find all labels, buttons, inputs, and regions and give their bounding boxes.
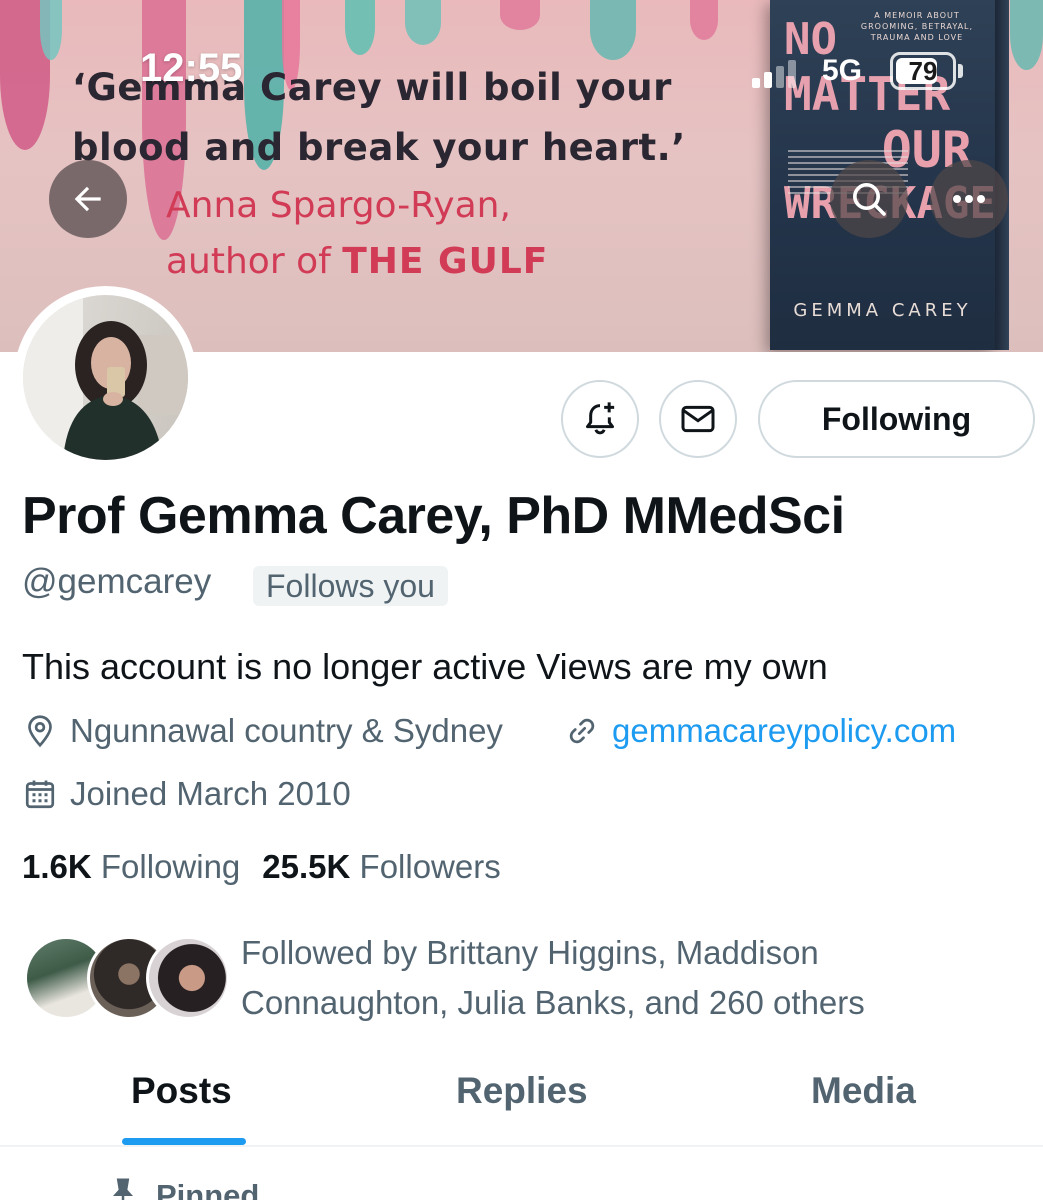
join-date-text: Joined March 2010	[70, 775, 351, 812]
website: gemmacareypolicy.com	[564, 712, 956, 750]
arrow-left-icon	[74, 186, 101, 212]
banner-drip	[40, 0, 62, 60]
calendar-icon	[22, 776, 58, 812]
location-text: Ngunnawal country & Sydney	[70, 712, 503, 749]
message-button[interactable]	[659, 380, 737, 458]
banner-drip	[405, 0, 441, 45]
back-button[interactable]	[49, 160, 127, 238]
more-options-button[interactable]	[930, 160, 1008, 238]
more-horizontal-icon	[953, 195, 985, 203]
banner-drip	[690, 0, 718, 40]
pinned-label: Pinned	[156, 1178, 260, 1200]
book-author: GEMMA CAREY	[793, 300, 972, 321]
tab-media[interactable]: Media	[811, 1070, 916, 1112]
signal-icon	[752, 60, 802, 88]
follows-you-badge: Follows you	[253, 566, 448, 606]
follower-avatar[interactable]	[146, 936, 230, 1020]
banner-drip	[500, 0, 540, 30]
banner-drip	[345, 0, 375, 55]
pin-icon	[113, 1178, 133, 1200]
battery-icon: 79	[890, 52, 956, 90]
quote-author-prefix: author of	[166, 241, 343, 282]
banner-drip	[1010, 0, 1043, 70]
join-date: Joined March 2010	[22, 775, 351, 813]
location: Ngunnawal country & Sydney	[22, 712, 503, 750]
following-label: Following	[100, 848, 241, 885]
quote-author-book: THE GULF	[342, 241, 549, 282]
handle: @gemcarey	[22, 562, 212, 601]
follow-counts: 1.6K Following 25.5K Followers	[22, 848, 501, 886]
pinned-indicator: Pinned	[108, 1176, 259, 1200]
bell-plus-icon	[586, 402, 615, 435]
battery-nub	[958, 64, 963, 78]
banner-drip	[590, 0, 636, 60]
search-button[interactable]	[830, 160, 908, 238]
envelope-icon	[681, 405, 715, 433]
website-link[interactable]: gemmacareypolicy.com	[612, 712, 956, 750]
location-pin-icon	[22, 713, 58, 749]
tab-posts[interactable]: Posts	[131, 1070, 232, 1112]
quote-author-credit: author of THE GULF	[166, 234, 548, 290]
notifications-button[interactable]	[561, 380, 639, 458]
bio: This account is no longer active Views a…	[22, 646, 828, 687]
quote-author-name: Anna Spargo-Ryan,	[166, 185, 511, 226]
banner-quote-author: Anna Spargo-Ryan, author of THE GULF	[166, 178, 548, 290]
battery-percent: 79	[908, 56, 938, 86]
active-tab-indicator	[122, 1138, 246, 1145]
followers-count-link[interactable]: 25.5K Followers	[262, 848, 500, 885]
avatar-photo	[23, 295, 188, 460]
following-button[interactable]: Following	[758, 380, 1035, 458]
followers-count: 25.5K	[262, 848, 351, 885]
following-count: 1.6K	[22, 848, 92, 885]
followed-by-text[interactable]: Followed by Brittany Higgins, Maddison C…	[241, 928, 961, 1028]
network-type: 5G	[822, 54, 863, 87]
link-icon	[564, 713, 600, 749]
search-icon	[853, 183, 886, 216]
status-time: 12:55	[140, 46, 243, 90]
tab-replies[interactable]: Replies	[456, 1070, 588, 1112]
display-name: Prof Gemma Carey, PhD MMedSci	[22, 487, 845, 545]
following-count-link[interactable]: 1.6K Following	[22, 848, 240, 885]
followers-label: Followers	[359, 848, 501, 885]
avatar[interactable]	[23, 295, 188, 460]
tab-divider	[0, 1145, 1043, 1147]
